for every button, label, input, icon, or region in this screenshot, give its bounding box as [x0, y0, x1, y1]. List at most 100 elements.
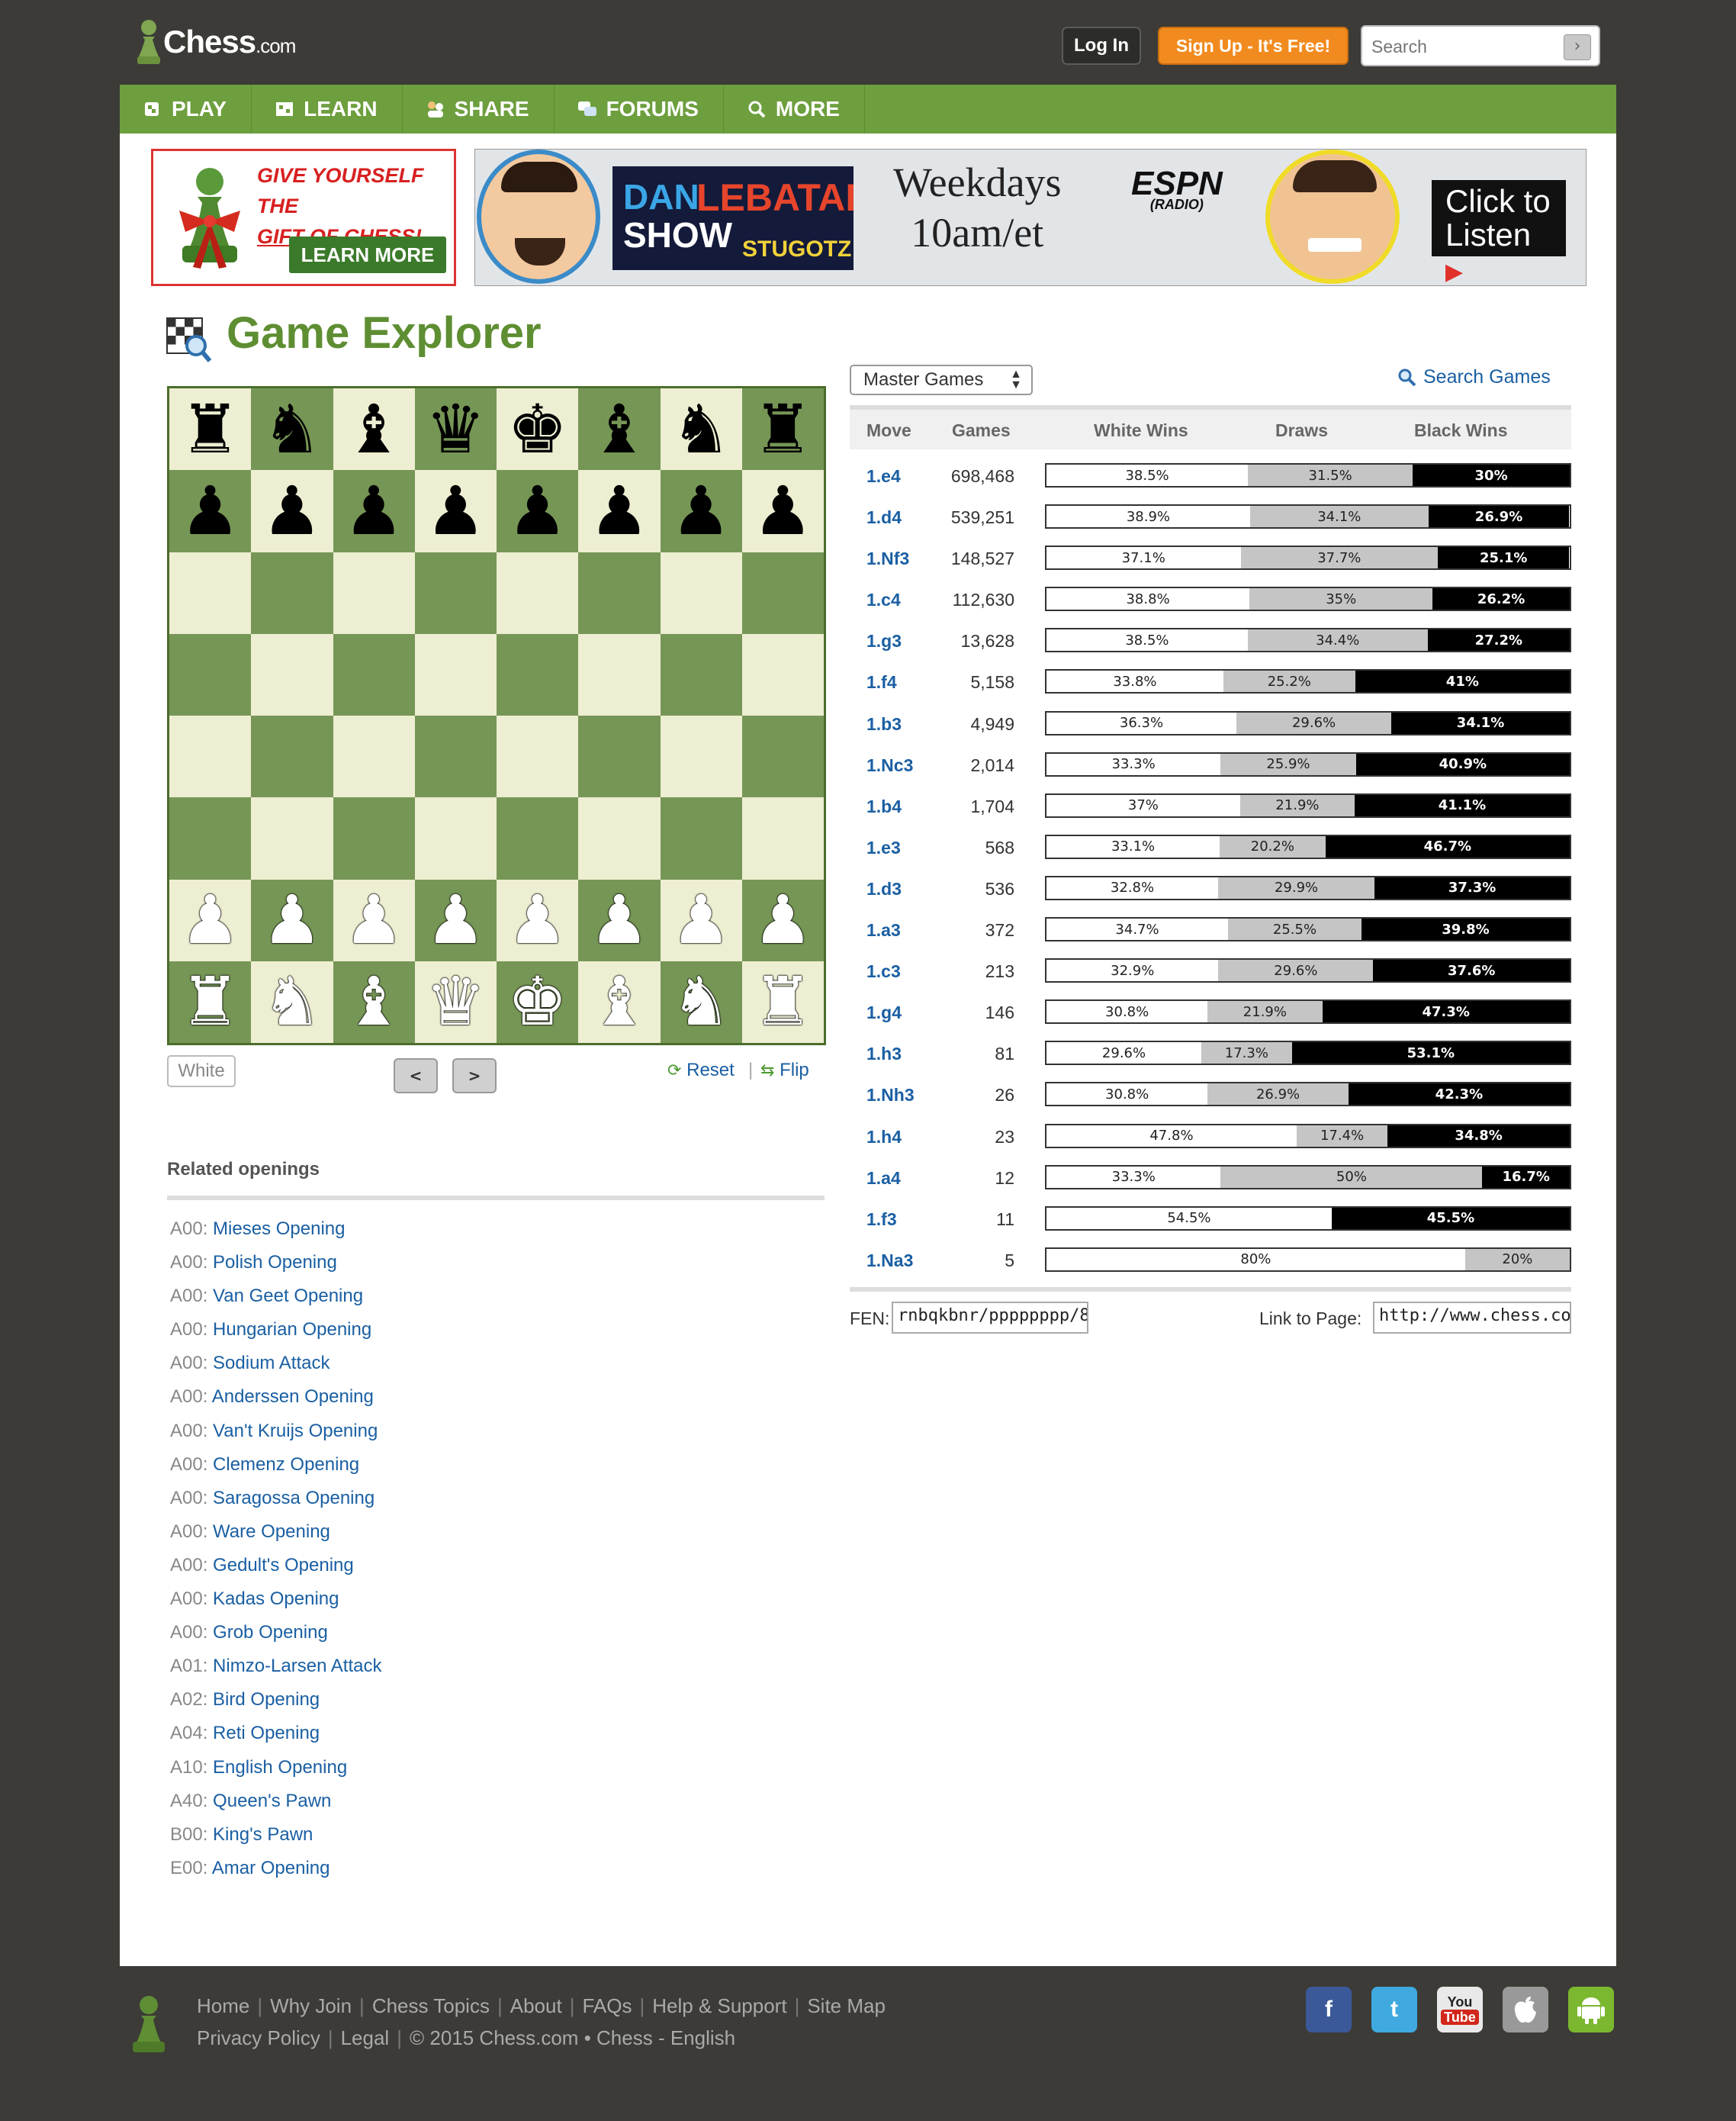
move-link[interactable]: 1.h3: [866, 1044, 902, 1064]
white-pawn-piece[interactable]: ♟: [426, 887, 486, 954]
move-link[interactable]: 1.Nf3: [866, 549, 909, 569]
move-row[interactable]: 1.f3 11 54.5% 45.5%: [850, 1200, 1571, 1241]
white-pawn-piece[interactable]: ♟: [180, 887, 240, 954]
footer-link[interactable]: FAQs: [582, 1994, 632, 2017]
related-opening-item[interactable]: A02: Bird Opening: [170, 1683, 381, 1717]
related-opening-item[interactable]: A00: Sodium Attack: [170, 1347, 381, 1380]
nav-more[interactable]: MORE: [724, 85, 865, 134]
related-opening-item[interactable]: B00: King's Pawn: [170, 1818, 381, 1852]
square-e4[interactable]: [497, 716, 579, 798]
language-link[interactable]: English: [670, 2026, 735, 2049]
square-f4[interactable]: [578, 716, 661, 798]
facebook-icon[interactable]: f: [1306, 1987, 1352, 2032]
black-pawn-piece[interactable]: ♟: [507, 477, 567, 545]
related-opening-item[interactable]: A10: English Opening: [170, 1751, 381, 1785]
related-opening-item[interactable]: A40: Queen's Pawn: [170, 1785, 381, 1818]
square-f3[interactable]: [578, 797, 661, 880]
nav-forums[interactable]: FORUMS: [555, 85, 724, 134]
move-row[interactable]: 1.Nh3 26 30.8% 26.9% 42.3%: [850, 1076, 1571, 1117]
footer-link[interactable]: Privacy Policy: [197, 2026, 320, 2049]
nav-play[interactable]: PLAY: [120, 85, 252, 134]
square-c2[interactable]: ♟: [333, 879, 415, 961]
square-g1[interactable]: ♞: [660, 961, 742, 1043]
move-row[interactable]: 1.b4 1,704 37% 21.9% 41.1%: [850, 787, 1571, 829]
related-opening-item[interactable]: A00: Hungarian Opening: [170, 1313, 381, 1347]
square-g5[interactable]: [660, 633, 742, 716]
move-row[interactable]: 1.e4 698,468 38.5% 31.5% 30%: [850, 457, 1571, 498]
move-link[interactable]: 1.a4: [866, 1168, 901, 1189]
white-rook-piece[interactable]: ♜: [180, 968, 240, 1035]
nav-share[interactable]: SHARE: [403, 85, 555, 134]
nav-learn[interactable]: LEARN: [252, 85, 403, 134]
move-link[interactable]: 1.e3: [866, 838, 901, 858]
related-opening-item[interactable]: A01: Nimzo-Larsen Attack: [170, 1649, 381, 1683]
white-pawn-piece[interactable]: ♟: [344, 887, 404, 954]
square-d3[interactable]: [414, 797, 497, 880]
move-row[interactable]: 1.a4 12 33.3% 50% 16.7%: [850, 1159, 1571, 1200]
square-f6[interactable]: [578, 552, 661, 634]
opening-name-link[interactable]: Nimzo-Larsen Attack: [213, 1656, 381, 1676]
related-opening-item[interactable]: A00: Saragossa Opening: [170, 1482, 381, 1515]
black-pawn-piece[interactable]: ♟: [671, 477, 731, 545]
square-g7[interactable]: ♟: [660, 470, 742, 552]
move-row[interactable]: 1.e3 568 33.1% 20.2% 46.7%: [850, 829, 1571, 870]
black-rook-piece[interactable]: ♜: [180, 395, 240, 463]
related-opening-item[interactable]: A00: Grob Opening: [170, 1616, 381, 1649]
move-link[interactable]: 1.g4: [866, 1003, 902, 1023]
radio-show-ad[interactable]: DAN LEBATARD SHOW STUGOTZ Weekdays 10am/…: [474, 149, 1587, 286]
square-b2[interactable]: ♟: [251, 879, 333, 961]
move-row[interactable]: 1.c4 112,630 38.8% 35% 26.2%: [850, 581, 1571, 622]
gift-of-chess-ad[interactable]: GIVE YOURSELF THE GIFT OF CHESS! LEARN M…: [151, 149, 456, 286]
footer-link[interactable]: Chess: [596, 2026, 653, 2049]
move-link[interactable]: 1.Nh3: [866, 1085, 915, 1106]
move-link[interactable]: 1.Nc3: [866, 755, 913, 776]
opening-name-link[interactable]: Anderssen Opening: [212, 1386, 374, 1407]
square-h1[interactable]: ♜: [741, 961, 824, 1043]
square-h4[interactable]: [741, 716, 824, 798]
learn-more-button[interactable]: LEARN MORE: [289, 237, 446, 273]
black-rook-piece[interactable]: ♜: [753, 395, 813, 463]
move-row[interactable]: 1.h4 23 47.8% 17.4% 34.8%: [850, 1118, 1571, 1159]
android-icon[interactable]: [1568, 1987, 1614, 2032]
white-knight-piece[interactable]: ♞: [671, 968, 731, 1035]
related-opening-item[interactable]: A00: Ware Opening: [170, 1515, 381, 1549]
black-knight-piece[interactable]: ♞: [671, 395, 731, 463]
move-row[interactable]: 1.Na3 5 80% 20%: [850, 1241, 1571, 1283]
move-link[interactable]: 1.Na3: [866, 1250, 913, 1271]
opening-name-link[interactable]: English Opening: [213, 1757, 347, 1778]
square-h3[interactable]: [741, 797, 824, 880]
black-pawn-piece[interactable]: ♟: [426, 477, 486, 545]
square-g6[interactable]: [660, 552, 742, 634]
move-link[interactable]: 1.f3: [866, 1209, 897, 1230]
move-link[interactable]: 1.h4: [866, 1127, 902, 1147]
opening-name-link[interactable]: Van't Kruijs Opening: [213, 1421, 378, 1441]
move-link[interactable]: 1.d4: [866, 507, 902, 528]
opening-name-link[interactable]: Clemenz Opening: [213, 1454, 359, 1475]
white-pawn-piece[interactable]: ♟: [589, 887, 649, 954]
move-row[interactable]: 1.h3 81 29.6% 17.3% 53.1%: [850, 1035, 1571, 1076]
square-b7[interactable]: ♟: [251, 470, 333, 552]
opening-name-link[interactable]: Polish Opening: [213, 1252, 337, 1273]
square-d1[interactable]: ♛: [414, 961, 497, 1043]
square-c1[interactable]: ♝: [333, 961, 415, 1043]
black-bishop-piece[interactable]: ♝: [344, 395, 404, 463]
white-king-piece[interactable]: ♚: [507, 968, 567, 1035]
move-row[interactable]: 1.f4 5,158 33.8% 25.2% 41%: [850, 663, 1571, 704]
white-pawn-piece[interactable]: ♟: [507, 887, 567, 954]
square-c8[interactable]: ♝: [333, 388, 415, 471]
square-f8[interactable]: ♝: [578, 388, 661, 471]
opening-name-link[interactable]: Hungarian Opening: [213, 1319, 371, 1340]
opening-name-link[interactable]: Grob Opening: [213, 1622, 328, 1643]
square-a3[interactable]: [169, 797, 252, 880]
move-link[interactable]: 1.d3: [866, 879, 902, 900]
square-a7[interactable]: ♟: [169, 470, 252, 552]
opening-name-link[interactable]: Sodium Attack: [213, 1353, 330, 1373]
signup-button[interactable]: Sign Up - It's Free!: [1158, 27, 1349, 65]
move-link[interactable]: 1.a3: [866, 920, 901, 941]
move-link[interactable]: 1.f4: [866, 672, 897, 693]
opening-name-link[interactable]: Queen's Pawn: [213, 1791, 331, 1811]
apple-icon[interactable]: [1503, 1987, 1548, 2032]
opening-name-link[interactable]: Ware Opening: [213, 1521, 330, 1542]
footer-link[interactable]: Help & Support: [652, 1994, 786, 2017]
square-e8[interactable]: ♚: [497, 388, 579, 471]
